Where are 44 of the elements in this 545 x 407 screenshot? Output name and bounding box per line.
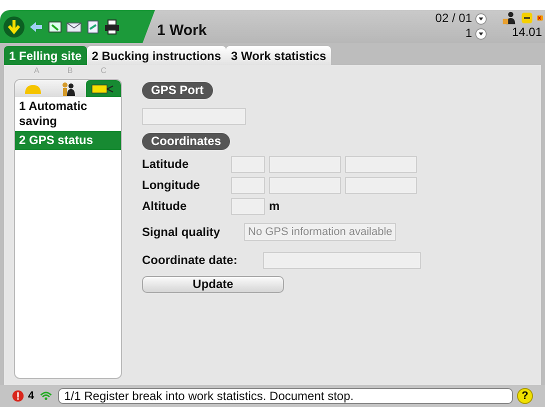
status-message: 1/1 Register break into work statistics. Document stop.: [58, 388, 513, 404]
shift-value: 1: [465, 26, 472, 41]
tab[interactable]: 1 Felling site: [4, 46, 87, 65]
column-letter: B: [67, 66, 73, 76]
field-label: Latitude: [142, 156, 190, 173]
side-tab[interactable]: [86, 80, 121, 97]
section-heading: GPS Port: [142, 82, 213, 99]
input-field[interactable]: [269, 156, 341, 172]
signal-quality-field: No GPS information available: [244, 223, 396, 241]
field-label: Altitude: [142, 198, 188, 215]
field-label: Coordinate date:: [142, 252, 238, 269]
section-heading: Coordinates: [142, 133, 230, 150]
input-field[interactable]: [345, 176, 417, 194]
dropdown-icon[interactable]: [475, 12, 487, 24]
alarm-count: 4: [28, 388, 34, 404]
alert-icon[interactable]: [12, 389, 24, 403]
clock-time: 14.01: [512, 25, 543, 40]
help-button[interactable]: ?: [517, 388, 533, 404]
minimize-icon[interactable]: [521, 12, 533, 24]
window-title: 1 Work: [157, 20, 207, 40]
field-label: Signal quality: [142, 224, 222, 241]
dropdown-icon[interactable]: [475, 28, 487, 40]
input-field[interactable]: [269, 176, 341, 194]
field-label: Longitude: [142, 177, 201, 194]
printer-icon[interactable]: [104, 18, 120, 34]
input-field[interactable]: [231, 176, 265, 194]
input-field[interactable]: [263, 252, 421, 268]
column-letter: C: [100, 66, 106, 76]
tab[interactable]: 3 Work statistics: [226, 46, 332, 65]
input-field[interactable]: [231, 198, 265, 214]
unit-label: m: [269, 198, 280, 215]
input-field[interactable]: [231, 156, 265, 172]
input-field[interactable]: [345, 156, 417, 172]
column-letter: A: [34, 66, 40, 76]
side-menu-item[interactable]: 2 GPS status: [15, 131, 121, 150]
document-icon[interactable]: [85, 18, 101, 34]
period-value: 02 / 01: [435, 11, 472, 26]
helmet-icon: [22, 82, 43, 94]
tab[interactable]: 2 Bucking instructions: [86, 46, 226, 65]
side-menu-item[interactable]: 1 Automatic saving: [15, 97, 121, 131]
people-icon: [60, 80, 76, 96]
person-icon[interactable]: [501, 11, 517, 25]
update-button[interactable]: Update: [142, 276, 284, 293]
input-field[interactable]: [142, 108, 246, 124]
